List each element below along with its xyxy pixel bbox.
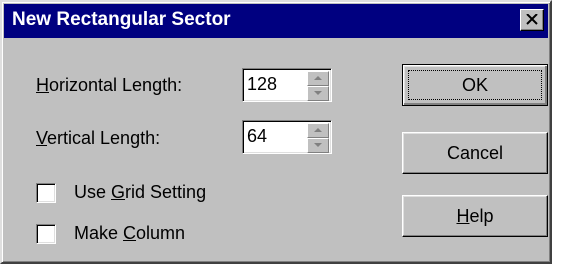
arrow-down-icon <box>314 143 322 147</box>
make-column-label[interactable]: Make Column <box>74 223 185 244</box>
vertical-length-spin-up[interactable] <box>307 123 329 138</box>
horizontal-length-input[interactable]: 128 <box>242 68 332 102</box>
horizontal-length-spin-down[interactable] <box>307 86 329 101</box>
close-button[interactable] <box>520 9 544 31</box>
vertical-length-label: Vertical Length: <box>36 128 161 148</box>
horizontal-length-label: Horizontal Length: <box>36 75 183 95</box>
make-column-checkbox[interactable] <box>36 224 56 244</box>
cancel-button[interactable]: Cancel <box>402 132 548 174</box>
arrow-up-icon <box>314 128 322 132</box>
dialog-title: New Rectangular Sector <box>12 9 231 30</box>
arrow-down-icon <box>314 91 322 95</box>
vertical-length-input[interactable]: 64 <box>242 120 332 154</box>
arrow-up-icon <box>314 76 322 80</box>
horizontal-length-spin-up[interactable] <box>307 71 329 86</box>
help-button[interactable]: Help <box>402 195 548 237</box>
vertical-length-value: 64 <box>247 126 268 146</box>
use-grid-setting-label[interactable]: Use Grid Setting <box>74 182 206 203</box>
ok-button[interactable]: OK <box>402 64 548 106</box>
title-bar[interactable]: New Rectangular Sector <box>4 4 548 38</box>
close-icon <box>526 14 538 25</box>
vertical-length-spin-down[interactable] <box>307 138 329 153</box>
horizontal-length-value: 128 <box>247 74 278 94</box>
new-rectangular-sector-dialog: New Rectangular Sector Horizontal Length… <box>0 0 552 264</box>
use-grid-setting-checkbox[interactable] <box>36 183 56 203</box>
